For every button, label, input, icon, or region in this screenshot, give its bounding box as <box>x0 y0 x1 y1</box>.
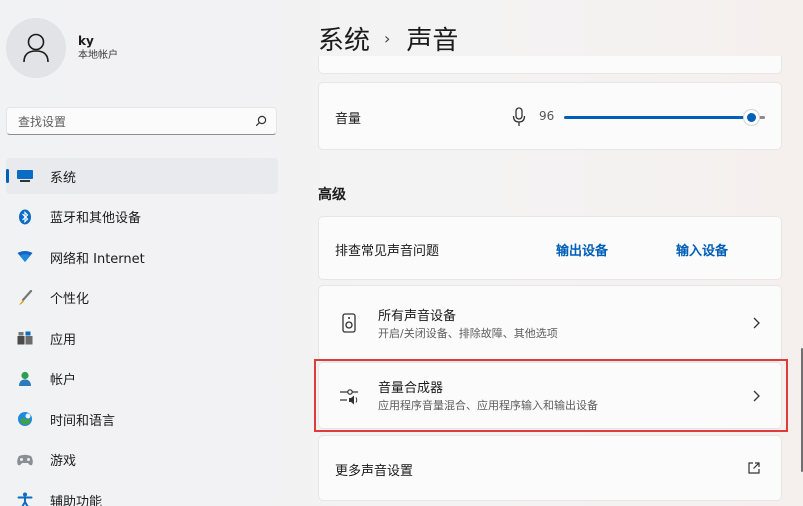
sidebar-item-bluetooth[interactable]: 蓝牙和其他设备 <box>6 199 278 235</box>
person-icon <box>23 33 49 63</box>
user-profile[interactable]: ky 本地帐户 <box>6 18 118 78</box>
output-card-partial <box>318 56 782 74</box>
nav-list: 系统 蓝牙和其他设备 网络和 Internet 个性化 应用 帐户 时间和语言 … <box>6 158 278 506</box>
sidebar-item-label: 蓝牙和其他设备 <box>50 211 142 226</box>
volume-label: 音量 <box>335 112 362 127</box>
volume-mixer-title: 音量合成器 <box>378 381 444 396</box>
sidebar-item-gaming[interactable]: 游戏 <box>6 442 278 478</box>
monitor-icon <box>16 167 34 185</box>
sidebar-item-label: 应用 <box>50 332 77 348</box>
chevron-right-icon: › <box>384 29 391 48</box>
troubleshoot-card: 排查常见声音问题 输出设备 输入设备 <box>318 216 782 280</box>
sidebar-item-network[interactable]: 网络和 Internet <box>6 239 278 275</box>
external-link-icon <box>748 462 760 474</box>
sidebar-item-accounts[interactable]: 帐户 <box>6 361 278 397</box>
all-sound-devices-title: 所有声音设备 <box>378 309 457 324</box>
search-input[interactable]: 查找设置 <box>6 107 277 135</box>
apps-icon <box>16 329 34 347</box>
sidebar-item-label: 系统 <box>50 170 77 186</box>
wifi-icon <box>16 248 34 266</box>
sidebar-item-label: 游戏 <box>50 454 77 469</box>
speaker-icon <box>339 313 359 333</box>
input-devices-link[interactable]: 输入设备 <box>676 240 728 259</box>
all-sound-devices-subtitle: 开启/关闭设备、排除故障、其他选项 <box>378 327 558 340</box>
globe-clock-icon <box>16 410 34 428</box>
brush-icon <box>16 289 34 307</box>
volume-value: 96 <box>539 109 555 123</box>
sidebar-item-time-language[interactable]: 时间和语言 <box>6 401 278 437</box>
gamepad-icon <box>16 451 34 469</box>
person-icon <box>16 370 34 388</box>
volume-card: 音量 96 <box>318 82 782 150</box>
sidebar-item-label: 网络和 Internet <box>50 251 145 267</box>
chevron-right-icon <box>753 317 760 329</box>
sidebar: ky 本地帐户 查找设置 系统 蓝牙和其他设备 网络和 Internet 个性化… <box>0 0 290 506</box>
page-title: 声音 <box>406 26 459 56</box>
profile-name: ky <box>78 34 94 48</box>
more-sound-settings-label: 更多声音设置 <box>335 464 414 479</box>
sidebar-item-accessibility[interactable]: 辅助功能 <box>6 482 278 506</box>
sidebar-item-apps[interactable]: 应用 <box>6 320 278 356</box>
more-sound-settings-card[interactable]: 更多声音设置 <box>318 435 782 501</box>
all-sound-devices-card[interactable]: 所有声音设备 开启/关闭设备、排除故障、其他选项 <box>318 285 782 362</box>
microphone-icon[interactable] <box>512 107 526 127</box>
avatar <box>6 18 66 78</box>
sidebar-item-personalization[interactable]: 个性化 <box>6 280 278 316</box>
volume-mixer-icon <box>339 386 359 406</box>
accessibility-icon <box>16 491 34 506</box>
section-heading-advanced: 高级 <box>318 187 346 203</box>
output-devices-link[interactable]: 输出设备 <box>556 240 608 259</box>
sidebar-item-label: 辅助功能 <box>50 494 103 506</box>
settings-window: ky 本地帐户 查找设置 系统 蓝牙和其他设备 网络和 Internet 个性化… <box>0 0 803 506</box>
volume-slider-track[interactable] <box>564 116 754 119</box>
bluetooth-icon <box>16 208 34 226</box>
sidebar-item-label: 帐户 <box>50 373 77 388</box>
breadcrumb-parent[interactable]: 系统 <box>318 20 370 57</box>
search-icon[interactable] <box>254 114 268 128</box>
search-placeholder: 查找设置 <box>18 114 67 129</box>
sidebar-item-system[interactable]: 系统 <box>6 158 278 194</box>
sidebar-item-label: 个性化 <box>50 292 90 307</box>
chevron-right-icon <box>753 390 760 402</box>
volume-slider-thumb[interactable] <box>743 109 760 126</box>
volume-mixer-subtitle: 应用程序音量混合、应用程序输入和输出设备 <box>378 399 598 412</box>
profile-account-type: 本地帐户 <box>78 50 118 61</box>
volume-mixer-card[interactable]: 音量合成器 应用程序音量混合、应用程序输入和输出设备 <box>318 362 782 429</box>
troubleshoot-label: 排查常见声音问题 <box>335 244 440 259</box>
breadcrumb: 系统 › 声音 <box>318 20 458 57</box>
sidebar-item-label: 时间和语言 <box>50 413 116 429</box>
